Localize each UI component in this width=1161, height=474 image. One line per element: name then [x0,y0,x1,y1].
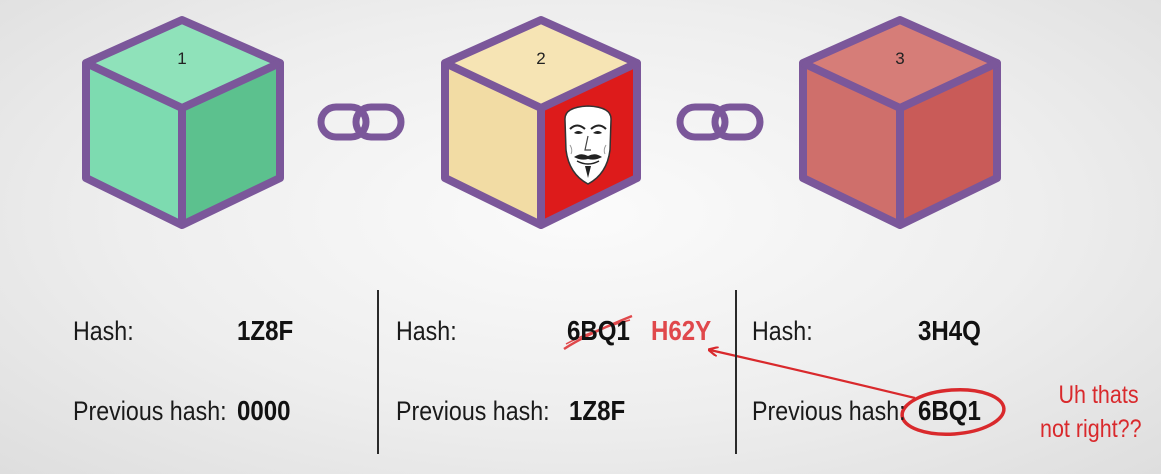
block-2-prev-hash-value: 1Z8F [569,395,626,426]
block-1-prev-hash-value: 0000 [237,395,291,426]
block-1-prev-hash-label: Previous hash: [73,396,227,426]
annotation-line-1: Uh thats [1058,381,1139,409]
block-1-number: 1 [177,49,186,68]
block-3-hash-value: 3H4Q [918,315,981,346]
block-3-hash-label: Hash: [752,316,813,346]
block-3-prev-hash-label: Previous hash: [752,396,906,426]
mismatch-arrow [710,350,916,400]
block-3-number: 3 [895,49,904,68]
block-1-hash-value: 1Z8F [237,315,294,346]
block-2-hash-label: Hash: [396,316,457,346]
block-1-cube: 1 [82,16,284,229]
block-2-number: 2 [536,49,545,68]
block-2-prev-hash-label: Previous hash: [396,396,550,426]
block-1-hash-label: Hash: [73,316,134,346]
chain-link-icon [676,103,764,141]
annotation-line-2: not right?? [1040,415,1142,443]
annotation-note: Uh thats not right?? [1040,378,1142,446]
block-2-new-hash-value: H62Y [651,315,712,346]
block-2-old-hash-value: 6BQ1 [567,315,630,346]
column-divider [735,290,737,454]
block-3-prev-hash-value: 6BQ1 [918,395,981,426]
column-divider [377,290,379,454]
block-3-cube: 3 [799,16,1001,229]
chain-link-icon [317,103,405,141]
